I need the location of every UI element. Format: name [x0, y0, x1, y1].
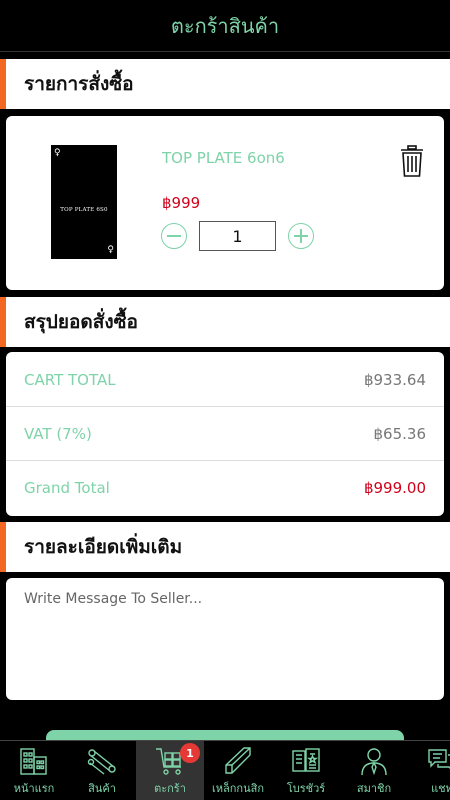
nav-label: หน้าแรก — [13, 782, 55, 795]
message-card — [6, 578, 444, 700]
message-to-seller-input[interactable] — [6, 578, 444, 700]
increase-quantity-button[interactable] — [288, 223, 314, 249]
product-name[interactable]: TOP PLATE 6on6 — [162, 149, 285, 167]
summary-row-vat: VAT (7%) ฿65.36 — [6, 407, 444, 461]
order-summary-card: CART TOTAL ฿933.64 VAT (7%) ฿65.36 Grand… — [6, 352, 444, 516]
quantity-stepper: 1 — [161, 220, 314, 252]
nav-item-member[interactable]: สมาชิก — [340, 741, 408, 800]
nav-label: สินค้า — [88, 782, 116, 795]
nav-item-home[interactable]: หน้าแรก — [0, 741, 68, 800]
bottom-nav: หน้าแรก สินค้า ตะกร้า 1 เหล็กกนสิก โบรชั… — [0, 740, 450, 800]
top-bar: ตะกร้าสินค้า — [0, 0, 450, 52]
quantity-field[interactable]: 1 — [199, 221, 276, 251]
product-image-text: TOP PLATE 6S0 — [60, 207, 108, 213]
section-extra-details: รายละเอียดเพิ่มเติม — [0, 522, 450, 572]
vat-value: ฿65.36 — [373, 424, 427, 443]
brochure-icon — [292, 748, 320, 772]
cart-total-label: CART TOTAL — [24, 370, 116, 389]
nav-label: ตะกร้า — [154, 782, 186, 795]
steel-beam-icon — [225, 747, 251, 774]
nav-item-cart[interactable]: ตะกร้า 1 — [136, 741, 204, 800]
section-order-items: รายการสั่งซื้อ — [0, 59, 450, 109]
product-image[interactable]: ♀ TOP PLATE 6S0 ♀ — [51, 145, 117, 259]
summary-row-grand-total: Grand Total ฿999.00 — [6, 461, 444, 515]
member-icon — [361, 748, 387, 776]
nav-label: เหล็กกนสิก — [212, 782, 264, 795]
steel-pipes-icon — [87, 749, 116, 775]
section-accent-bar — [0, 297, 6, 347]
decrease-quantity-button[interactable] — [161, 223, 187, 249]
grand-total-label: Grand Total — [24, 479, 110, 497]
section-accent-bar — [0, 522, 6, 572]
summary-row-cart-total: CART TOTAL ฿933.64 — [6, 353, 444, 407]
chat-icon — [428, 749, 450, 769]
product-price: ฿999 — [162, 194, 201, 212]
vat-label: VAT (7%) — [24, 424, 92, 443]
grand-total-value: ฿999.00 — [363, 479, 426, 497]
cart-count-badge: 1 — [180, 743, 200, 763]
page-title: ตะกร้าสินค้า — [170, 13, 280, 38]
section-order-summary: สรุปยอดสั่งซื้อ — [0, 297, 450, 347]
nav-item-brochure[interactable]: โบรชัวร์ — [272, 741, 340, 800]
cart-item-card: ♀ TOP PLATE 6S0 ♀ TOP PLATE 6on6 ฿999 1 — [6, 116, 444, 290]
nav-item-chat[interactable]: แชท — [408, 741, 450, 800]
cart-total-value: ฿933.64 — [363, 370, 426, 389]
image-symbol: ♀ — [54, 148, 61, 158]
nav-label: สมาชิก — [356, 782, 392, 795]
section-title: รายการสั่งซื้อ — [24, 73, 134, 95]
nav-item-products[interactable]: สินค้า — [68, 741, 136, 800]
nav-label: แชท — [431, 782, 450, 795]
image-symbol: ♀ — [107, 245, 114, 255]
nav-label: โบรชัวร์ — [286, 782, 326, 795]
section-accent-bar — [0, 59, 6, 109]
section-title: สรุปยอดสั่งซื้อ — [24, 311, 138, 333]
section-title: รายละเอียดเพิ่มเติม — [24, 536, 183, 558]
home-building-icon — [20, 748, 47, 775]
nav-item-steel[interactable]: เหล็กกนสิก — [204, 741, 272, 800]
trash-icon[interactable] — [400, 145, 424, 177]
